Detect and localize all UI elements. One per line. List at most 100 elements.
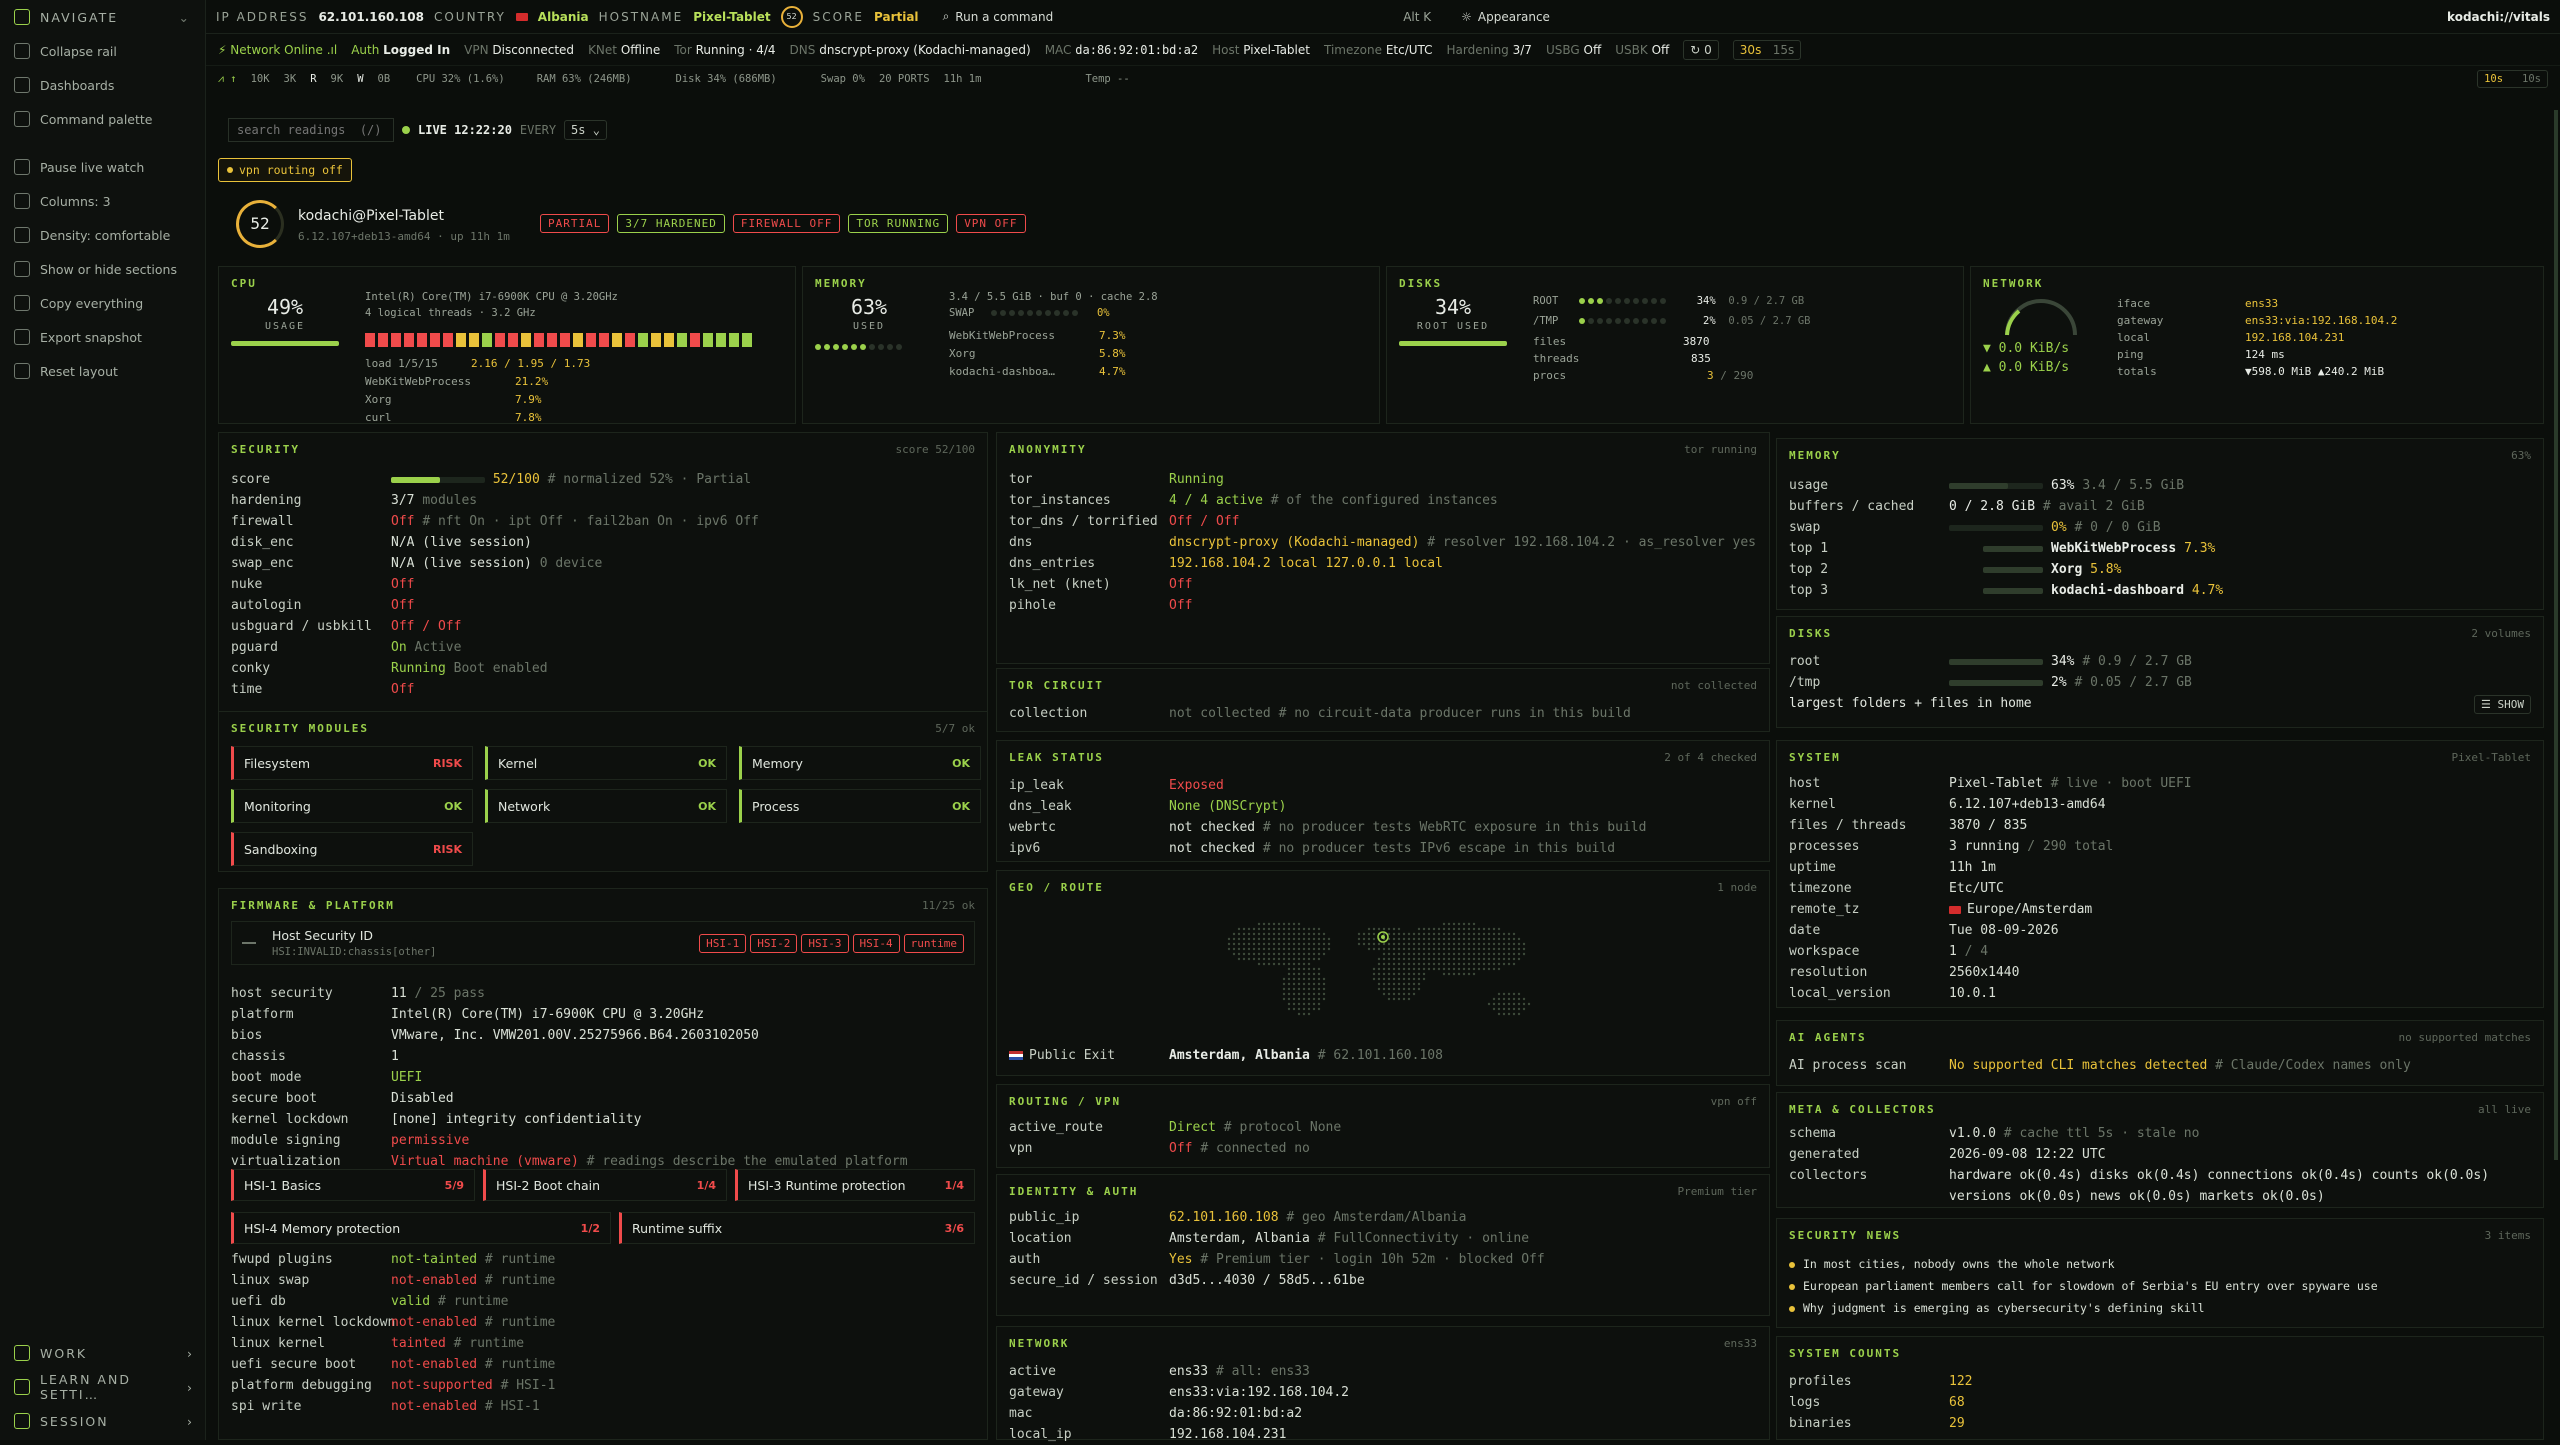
map-dot	[1402, 987, 1406, 991]
system-row: files / threads 3870 / 835	[1789, 815, 2192, 836]
timezone-status[interactable]: Timezone Etc/UTC	[1324, 43, 1433, 57]
module-card-monitoring[interactable]: Monitoring OK	[231, 789, 473, 823]
sidebar-item-eye[interactable]: Show or hide sections	[0, 252, 205, 286]
sidebar-item-density[interactable]: Density: comfortable	[0, 218, 205, 252]
sidebar-item-columns[interactable]: Columns: 3	[0, 184, 205, 218]
ip-label: IP ADDRESS	[216, 9, 309, 24]
usbk-status[interactable]: USBK Off	[1615, 43, 1669, 57]
module-card-sandboxing[interactable]: Sandboxing RISK	[231, 832, 473, 866]
country-value: Albania	[537, 9, 589, 24]
module-card-memory[interactable]: Memory OK	[739, 746, 981, 780]
disks-panel-pct: 2%	[2051, 675, 2067, 690]
sidebar-item-reset[interactable]: Reset layout	[0, 354, 205, 388]
host-status[interactable]: Host Pixel-Tablet	[1212, 43, 1310, 57]
command-button[interactable]: ⌕ Run a command	[943, 9, 1054, 24]
kv-value: 1	[391, 1049, 399, 1064]
metric-refresh-pill[interactable]: 10s 10s	[2477, 70, 2548, 88]
map-dot	[1497, 1002, 1501, 1006]
hsi-card[interactable]: HSI-4 Memory protection 1/2	[231, 1212, 611, 1244]
hardening-status[interactable]: Hardening 3/7	[1447, 43, 1532, 57]
page-scrollbar[interactable]	[2554, 110, 2558, 1160]
sidebar-group-work[interactable]: WORK ›	[0, 1336, 206, 1370]
hsi-card[interactable]: HSI-3 Runtime protection 1/4	[735, 1169, 975, 1201]
map-dot	[1472, 967, 1476, 971]
map-dot	[1407, 937, 1411, 941]
map-dot	[1462, 972, 1466, 976]
sidebar-item-search[interactable]: Command palette	[0, 102, 205, 136]
map-dot	[1492, 937, 1496, 941]
map-dot	[1292, 997, 1296, 1001]
sidebar-item-collapse[interactable]: Collapse rail	[0, 34, 205, 68]
map-dot	[1247, 927, 1251, 931]
appearance-button[interactable]: ☼ Appearance	[1461, 10, 1550, 24]
mac-status[interactable]: MAC da:86:92:01:bd:a2	[1045, 43, 1198, 57]
map-dot	[1422, 942, 1426, 946]
count-key: profiles	[1789, 1374, 1852, 1389]
tor-status[interactable]: Tor Running · 4/4	[674, 43, 775, 57]
vpn-routing-alert[interactable]: vpn routing off	[218, 158, 352, 182]
security-score-row: score 52/100 # normalized 52% · Partial	[231, 469, 751, 490]
module-card-process[interactable]: Process OK	[739, 789, 981, 823]
sidebar-group-learn[interactable]: LEARN AND SETTI… ›	[0, 1370, 206, 1404]
search-input[interactable]	[228, 118, 394, 142]
meta-title: META & COLLECTORS	[1789, 1103, 1936, 1116]
map-dot	[1367, 947, 1371, 951]
knet-status[interactable]: KNet Offline	[588, 43, 660, 57]
map-dot	[1497, 992, 1501, 996]
map-dot	[1392, 967, 1396, 971]
module-card-filesystem[interactable]: Filesystem RISK	[231, 746, 473, 780]
module-card-kernel[interactable]: Kernel OK	[485, 746, 727, 780]
hsi-badge[interactable]: HSI-2	[750, 934, 798, 953]
interval-select[interactable]: 5s ⌄	[564, 120, 607, 140]
hsi-card[interactable]: HSI-1 Basics 5/9	[231, 1169, 475, 1201]
refresh-pill[interactable]: 30s 15s	[1732, 39, 1802, 60]
sidebar-item-copy[interactable]: Copy everything	[0, 286, 205, 320]
hsi-card[interactable]: HSI-2 Boot chain 1/4	[483, 1169, 727, 1201]
map-dot	[1312, 1007, 1316, 1011]
news-headline: In most cities, nobody owns the whole ne…	[1803, 1257, 2115, 1271]
sidebar-group-session[interactable]: SESSION ›	[0, 1404, 206, 1438]
map-dot	[1292, 937, 1296, 941]
map-dot	[1472, 922, 1476, 926]
map-dot	[1302, 967, 1306, 971]
map-dot	[1287, 937, 1291, 941]
sidebar-item-dashboard[interactable]: Dashboards	[0, 68, 205, 102]
proc-pct: 4.7%	[1099, 365, 1126, 378]
map-dot	[1437, 942, 1441, 946]
usbg-status[interactable]: USBG Off	[1546, 43, 1601, 57]
map-dot	[1442, 937, 1446, 941]
module-card-network[interactable]: Network OK	[485, 789, 727, 823]
sidebar-item-pause[interactable]: Pause live watch	[0, 150, 205, 184]
map-dot	[1257, 942, 1261, 946]
hsi-badge[interactable]: HSI-1	[699, 934, 747, 953]
disk-row: ROOT 34% 0.9 / 2.7 GB	[1533, 291, 1811, 311]
sidebar-item-export[interactable]: Export snapshot	[0, 320, 205, 354]
nav-header[interactable]: NAVIGATE ⌄	[0, 0, 205, 34]
meta-summary: all live	[2478, 1103, 2531, 1116]
map-dot	[1467, 942, 1471, 946]
hsi-card[interactable]: Runtime suffix 3/6	[619, 1212, 975, 1244]
news-item[interactable]: Why judgment is emerging as cybersecurit…	[1789, 1297, 2378, 1319]
count-pill[interactable]: ↻ 0	[1683, 39, 1719, 60]
host-value: Pixel-Tablet	[1243, 42, 1310, 57]
hsi-badge[interactable]: HSI-4	[852, 934, 900, 953]
news-item[interactable]: European parliament members call for slo…	[1789, 1275, 2378, 1297]
kv-comment: Active	[414, 640, 462, 655]
auth-status[interactable]: Auth Logged In	[351, 43, 450, 57]
map-dot	[1327, 942, 1331, 946]
hsi-badge[interactable]: HSI-3	[801, 934, 849, 953]
vpn-status[interactable]: VPN Disconnected	[464, 43, 574, 57]
news-item[interactable]: In most cities, nobody owns the whole ne…	[1789, 1253, 2378, 1275]
memory-panel-row: top 2 Xorg 5.8%	[1789, 559, 2223, 580]
network-status[interactable]: ⚡ Network Online .ıl	[218, 43, 337, 57]
map-dot	[1407, 997, 1411, 1001]
dns-status[interactable]: DNS dnscrypt-proxy (Kodachi-managed)	[790, 43, 1031, 57]
hsi-badge[interactable]: runtime	[903, 934, 964, 953]
show-folders-button[interactable]: ☰ SHOW	[2474, 695, 2531, 714]
kv-key: linux kernel lockdown	[231, 1315, 396, 1330]
kv-key: active_route	[1009, 1120, 1103, 1135]
kv-row: usbguard / usbkill Off / Off	[231, 616, 759, 637]
map-dot	[1267, 922, 1271, 926]
map-dot	[1467, 937, 1471, 941]
identity-badges: PARTIAL 3/7 HARDENED FIREWALL OFF TOR RUNNI…	[540, 214, 1026, 233]
